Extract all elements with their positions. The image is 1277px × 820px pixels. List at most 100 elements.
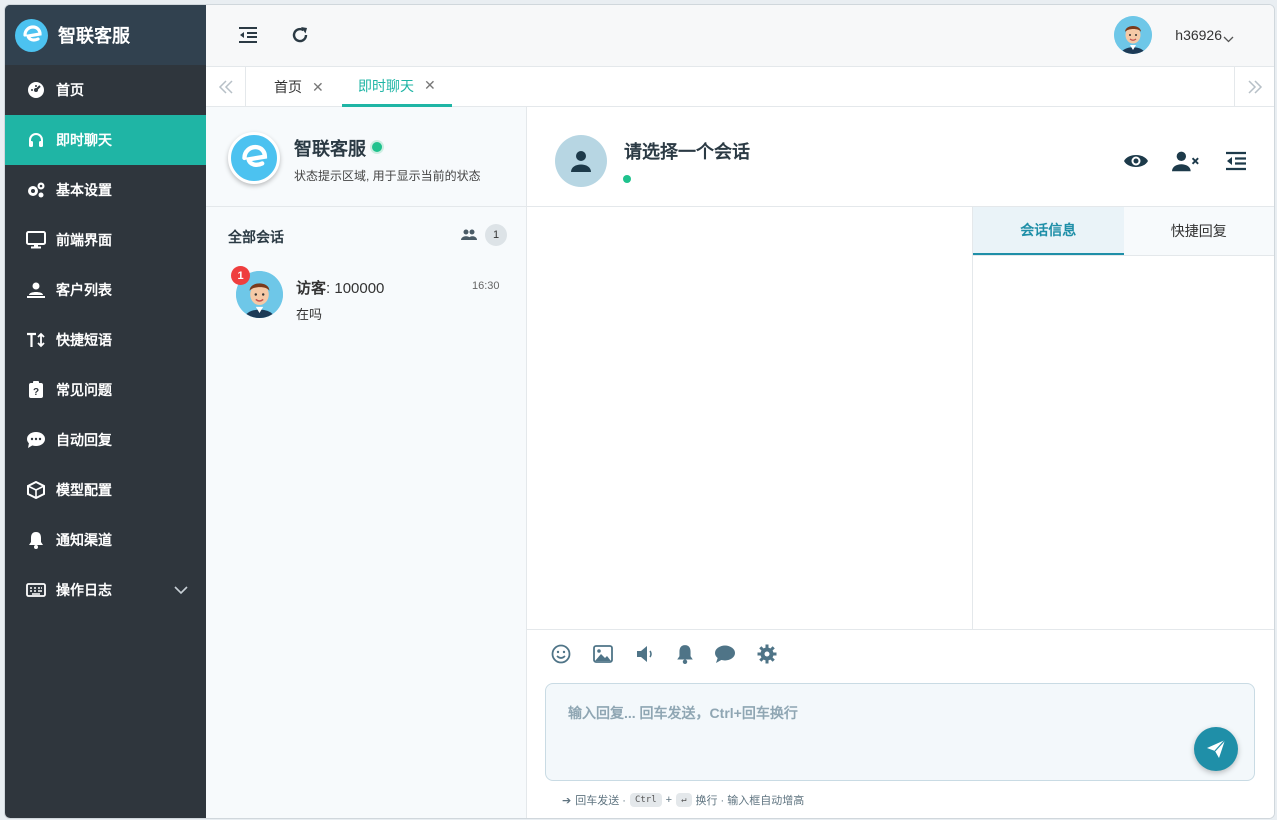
sidebar-item-label: 首页 xyxy=(56,82,84,98)
bell-icon[interactable] xyxy=(673,642,697,666)
sidebar-item-chat[interactable]: 即时聊天 xyxy=(5,115,206,165)
message-input[interactable] xyxy=(546,684,1254,780)
sidebar-item-label: 前端界面 xyxy=(56,232,112,248)
sidebar-item-notify[interactable]: 通知渠道 xyxy=(5,515,206,565)
collapse-sidebar-icon[interactable] xyxy=(236,23,260,47)
sidebar-item-model[interactable]: 模型配置 xyxy=(5,465,206,515)
conversation-panel: 智联客服 状态提示区域, 用于显示当前的状态 全部会话 1 1 访客: 1000… xyxy=(206,107,527,818)
sidebar-menu: 首页 即时聊天 基本设置 前端界面 客户列表 快捷短语 ? 常见问题 自动回复 … xyxy=(5,65,206,615)
user-list-icon xyxy=(26,280,46,300)
sidebar-item-label: 通知渠道 xyxy=(56,532,112,548)
info-panel: 会话信息 快捷回复 xyxy=(973,207,1274,629)
conversation-list-header: 全部会话 xyxy=(228,229,284,245)
tab-session-info[interactable]: 会话信息 xyxy=(973,207,1124,255)
hint-send: 回车发送 · xyxy=(575,795,626,807)
brand[interactable]: 智联客服 xyxy=(5,5,206,65)
composer-toolbar xyxy=(527,629,1274,679)
sidebar-item-settings[interactable]: 基本设置 xyxy=(5,165,206,215)
visitor-label: 访客 xyxy=(296,280,327,297)
chat-header: 请选择一个会话 xyxy=(527,107,1274,207)
conversation-time: 16:30 xyxy=(472,280,500,292)
top-bar: h36926 xyxy=(206,5,1274,67)
collapse-panel-icon[interactable] xyxy=(1222,147,1250,175)
brand-title: 智联客服 xyxy=(58,26,130,46)
sidebar-item-label: 模型配置 xyxy=(56,482,112,498)
comment-dots-icon xyxy=(26,430,46,450)
sidebar-item-label: 即时聊天 xyxy=(56,132,112,148)
chat-title: 请选择一个会话 xyxy=(624,142,750,162)
message-input-box xyxy=(545,683,1255,781)
kbd-ctrl: Ctrl xyxy=(629,793,662,807)
dashboard-icon xyxy=(26,80,46,100)
kbd-enter: ↵ xyxy=(676,793,692,807)
svg-text:?: ? xyxy=(33,387,39,398)
tab-quick-reply[interactable]: 快捷回复 xyxy=(1123,207,1274,255)
headset-icon xyxy=(26,130,46,150)
comment-icon[interactable] xyxy=(713,642,737,666)
online-status-dot xyxy=(623,175,631,183)
last-message: 在吗 xyxy=(296,307,323,322)
logo-icon xyxy=(228,132,280,184)
bell-icon xyxy=(26,530,46,550)
tabs-bar: 首页 ✕ 即时聊天 ✕ xyxy=(206,67,1274,107)
close-icon[interactable]: ✕ xyxy=(424,77,436,94)
user-icon xyxy=(555,135,607,187)
sidebar-item-home[interactable]: 首页 xyxy=(5,65,206,115)
tab-label: 即时聊天 xyxy=(358,77,414,94)
sidebar-item-frontend[interactable]: 前端界面 xyxy=(5,215,206,265)
tab-chat[interactable]: 即时聊天 ✕ xyxy=(342,67,452,107)
sidebar-item-phrases[interactable]: 快捷短语 xyxy=(5,315,206,365)
sidebar-item-label: 客户列表 xyxy=(56,282,112,298)
app-window: 智联客服 首页 即时聊天 基本设置 前端界面 客户列表 快捷短语 ? 常见问题 … xyxy=(4,4,1275,819)
image-icon[interactable] xyxy=(591,642,615,666)
agent-name: 智联客服 xyxy=(294,139,366,159)
list-item[interactable]: 1 访客: 100000 16:30 在吗 xyxy=(206,262,527,326)
sidebar-item-label: 常见问题 xyxy=(56,382,112,398)
tab-home[interactable]: 首页 ✕ xyxy=(258,67,340,107)
message-area xyxy=(527,207,973,629)
sidebar-item-logs[interactable]: 操作日志 xyxy=(5,565,206,615)
emoji-icon[interactable] xyxy=(549,642,573,666)
info-tabs: 会话信息 快捷回复 xyxy=(973,207,1274,256)
sidebar-item-customers[interactable]: 客户列表 xyxy=(5,265,206,315)
chevron-down-icon[interactable] xyxy=(1223,30,1234,46)
send-button[interactable] xyxy=(1194,727,1238,771)
gears-icon xyxy=(26,180,46,200)
gear-icon[interactable] xyxy=(755,642,779,666)
chevron-down-icon[interactable] xyxy=(174,582,188,598)
eye-icon[interactable] xyxy=(1122,147,1150,175)
send-icon xyxy=(1207,739,1226,758)
tabs-scroll-left-icon[interactable] xyxy=(206,67,246,107)
agent-status-text: 状态提示区域, 用于显示当前的状态 xyxy=(294,169,481,183)
sidebar-item-label: 快捷短语 xyxy=(56,332,112,348)
hint-newline: 换行 · 输入框自动增高 xyxy=(695,795,805,807)
online-status-dot xyxy=(372,142,382,152)
visitor-name: 访客: 100000 xyxy=(296,277,384,298)
visitor-id: : 100000 xyxy=(326,280,385,297)
tabs-scroll-right-icon[interactable] xyxy=(1234,67,1274,107)
remove-user-icon[interactable] xyxy=(1172,147,1200,175)
hint-plus: + xyxy=(665,794,673,806)
conversation-count-badge: 1 xyxy=(485,224,507,246)
close-icon[interactable]: ✕ xyxy=(312,79,324,96)
volume-icon[interactable] xyxy=(633,642,657,666)
sidebar-item-autoreply[interactable]: 自动回复 xyxy=(5,415,206,465)
username[interactable]: h36926 xyxy=(1175,27,1222,43)
arrow-right-icon: ➔ xyxy=(562,794,572,807)
monitor-icon xyxy=(26,230,46,250)
question-icon: ? xyxy=(26,380,46,400)
sidebar-item-label: 自动回复 xyxy=(56,432,112,448)
cube-icon xyxy=(26,480,46,500)
text-size-icon xyxy=(26,330,46,350)
agent-card: 智联客服 状态提示区域, 用于显示当前的状态 xyxy=(206,107,526,207)
refresh-icon[interactable] xyxy=(288,23,312,47)
logo-icon xyxy=(15,18,48,52)
avatar[interactable] xyxy=(1114,16,1152,54)
sidebar-item-label: 基本设置 xyxy=(56,182,112,198)
keyboard-icon xyxy=(26,580,46,600)
input-hint: ➔ 回车发送 · Ctrl + ↵ 换行 · 输入框自动增高 xyxy=(562,792,804,808)
sidebar-item-label: 操作日志 xyxy=(56,582,112,598)
sidebar: 智联客服 首页 即时聊天 基本设置 前端界面 客户列表 快捷短语 ? 常见问题 … xyxy=(5,5,206,818)
unread-badge: 1 xyxy=(231,266,250,285)
sidebar-item-faq[interactable]: ? 常见问题 xyxy=(5,365,206,415)
